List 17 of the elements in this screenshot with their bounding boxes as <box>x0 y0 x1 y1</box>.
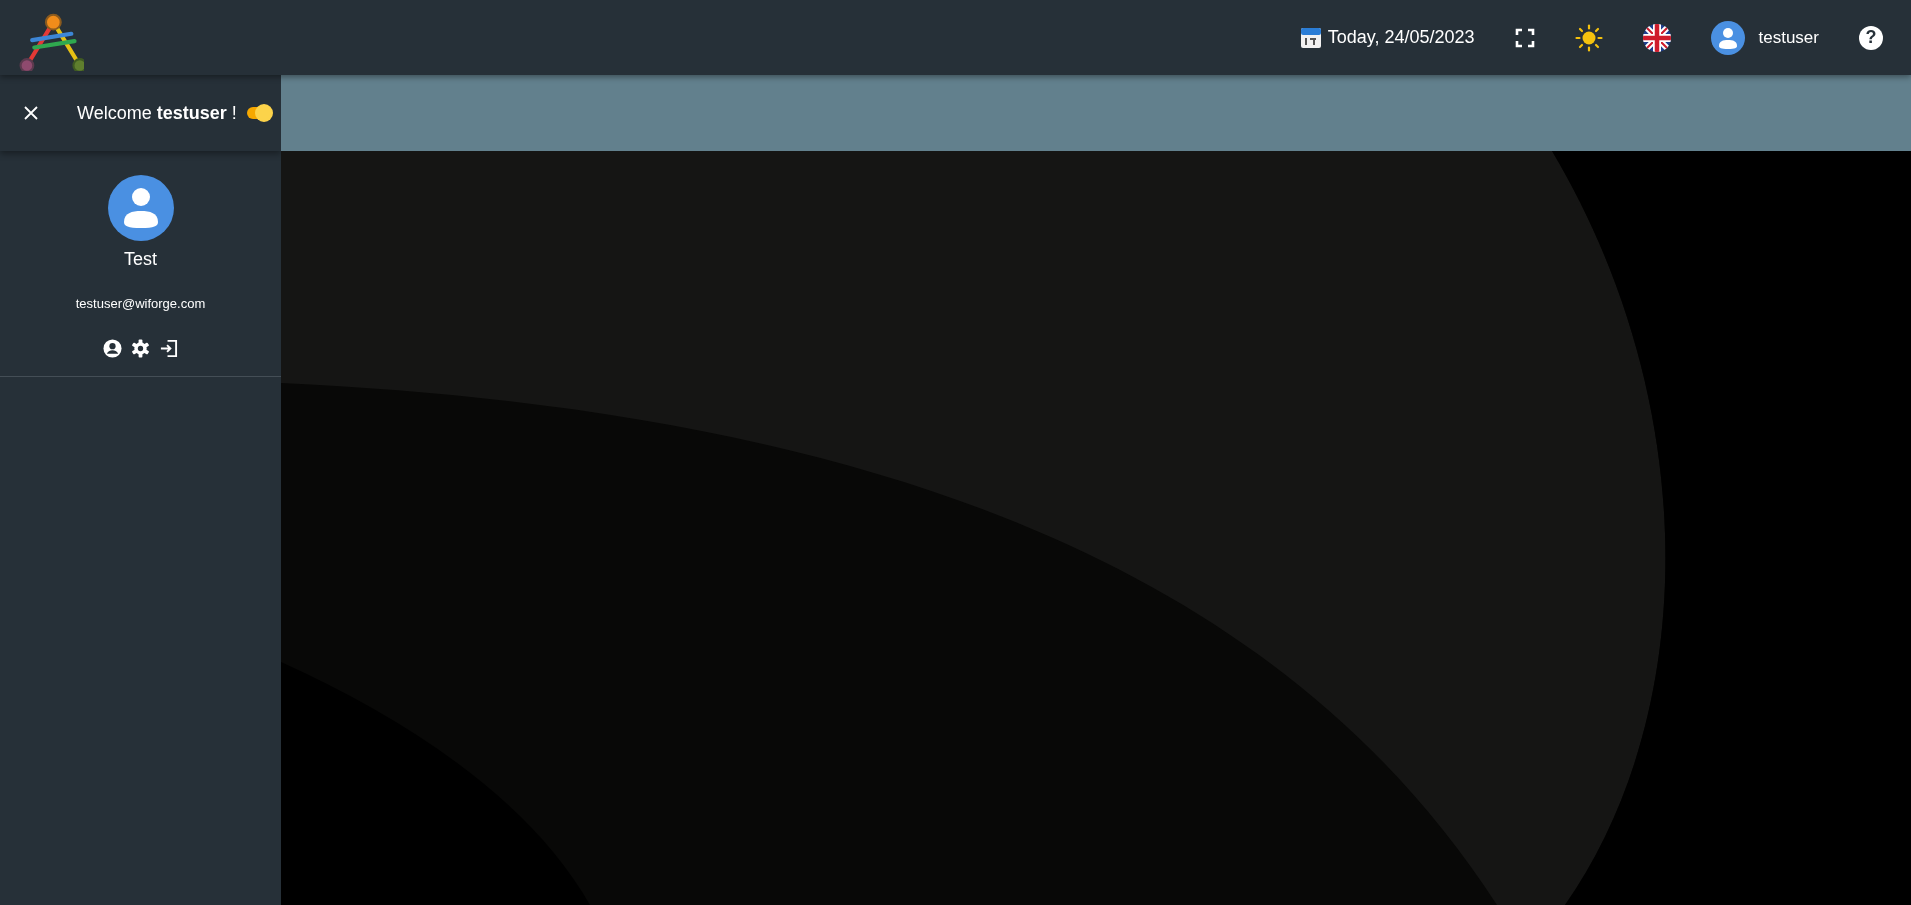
user-circle-icon[interactable] <box>103 339 122 358</box>
toggle-switch[interactable] <box>247 107 271 119</box>
avatar-icon[interactable] <box>1710 20 1745 55</box>
close-icon[interactable] <box>24 106 38 120</box>
fullscreen-icon[interactable] <box>1514 27 1535 48</box>
profile-name: Test <box>124 249 157 270</box>
flag-icon[interactable] <box>1642 23 1671 52</box>
sign-out-icon[interactable] <box>159 339 178 358</box>
settings-icon[interactable] <box>131 339 150 358</box>
sun-icon[interactable] <box>1574 23 1603 52</box>
calendar-icon <box>1299 26 1322 49</box>
date-label: Today, 24/05/2023 <box>1327 27 1475 48</box>
help-icon[interactable]: ? <box>1859 25 1883 50</box>
welcome-text: Welcome testuser ! <box>77 102 238 124</box>
avatar-icon <box>107 175 174 241</box>
username-label[interactable]: testuser <box>1758 27 1819 48</box>
email-label: testuser@wiforge.com <box>75 296 206 311</box>
